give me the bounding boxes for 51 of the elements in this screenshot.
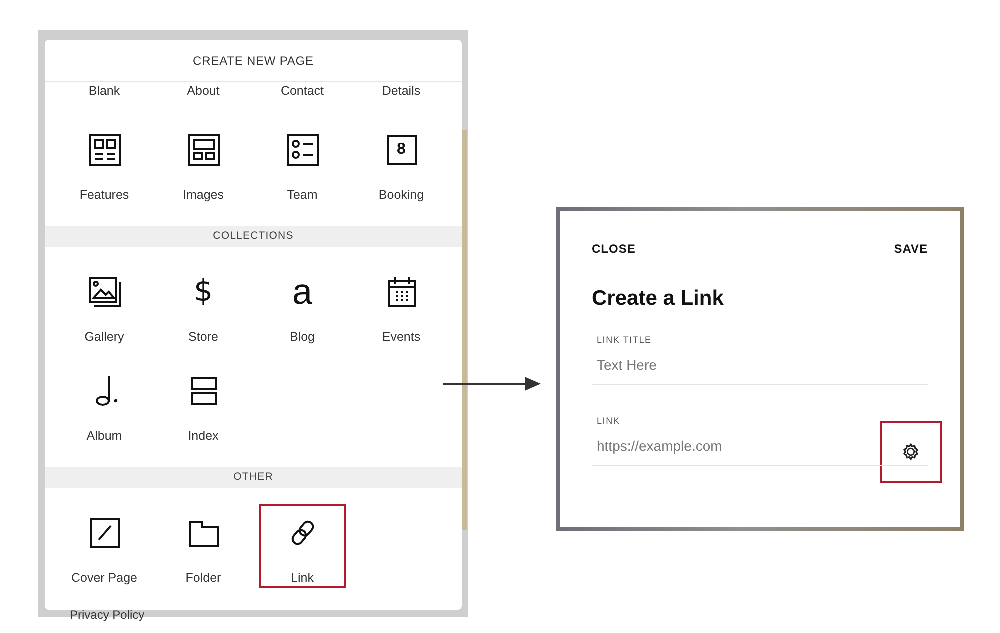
features-icon [88, 133, 122, 167]
page-type-option[interactable]: Events [358, 263, 445, 347]
panel-title: CREATE NEW PAGE [45, 40, 462, 82]
page-type-option[interactable]: Folder [160, 504, 247, 588]
dollar-icon: $ [194, 275, 214, 309]
close-button[interactable]: CLOSE [592, 241, 636, 257]
layout-icon [186, 133, 220, 167]
option-label: Events [382, 329, 421, 345]
page-type-option[interactable]: Team [259, 121, 346, 205]
page-type-option[interactable]: Images [160, 121, 247, 205]
section-heading: OTHER [45, 467, 462, 488]
option-label: Booking [378, 187, 424, 203]
option-label: Cover Page [71, 570, 138, 586]
option-label: Blog [290, 329, 316, 345]
page-type-option[interactable]: Album [61, 362, 148, 446]
page-type-option[interactable]: Index [160, 362, 247, 446]
page-type-option[interactable]: a Blog [259, 263, 346, 347]
photos-icon [88, 275, 122, 309]
list-icon [286, 133, 320, 167]
calendar-date-icon: 8 [386, 135, 416, 165]
page-type-option[interactable]: Cover Page [61, 504, 148, 588]
page-type-option[interactable]: Features [61, 121, 148, 205]
gear-icon [901, 442, 921, 462]
page-type-option[interactable]: $ Store [160, 263, 247, 347]
page-type-option[interactable]: About [160, 82, 247, 106]
section-heading: COLLECTIONS [45, 226, 462, 247]
page-type-option[interactable]: Blank [61, 82, 148, 106]
option-label: Gallery [84, 329, 124, 345]
settings-button[interactable] [880, 421, 942, 483]
slash-box-icon [88, 516, 122, 550]
dialog-title: Create a Link [592, 286, 725, 312]
field-label: LINK [596, 415, 622, 427]
option-label: Folder [186, 570, 222, 586]
footer-link-text: Privacy Policy [70, 610, 146, 620]
letter-icon: a [292, 275, 313, 309]
page-type-option[interactable]: Gallery [61, 263, 148, 347]
field-label: LINK TITLE [596, 334, 653, 346]
option-label: Team [287, 187, 318, 203]
page-type-option[interactable]: Details [358, 82, 445, 106]
page-type-option[interactable]: Link [259, 504, 346, 588]
option-label: Link [291, 570, 314, 586]
save-button[interactable]: SAVE [894, 241, 928, 257]
option-label: Album [86, 428, 122, 444]
option-label: Index [188, 428, 219, 444]
option-label: Images [183, 187, 224, 203]
page-type-option[interactable]: 8 Booking [358, 121, 445, 205]
text-field[interactable]: https://example.com [592, 431, 928, 461]
text-field[interactable]: Text Here [592, 350, 928, 380]
option-label: Features [80, 187, 130, 203]
option-label: Store [188, 329, 218, 345]
page-type-option[interactable]: Contact [259, 82, 346, 106]
